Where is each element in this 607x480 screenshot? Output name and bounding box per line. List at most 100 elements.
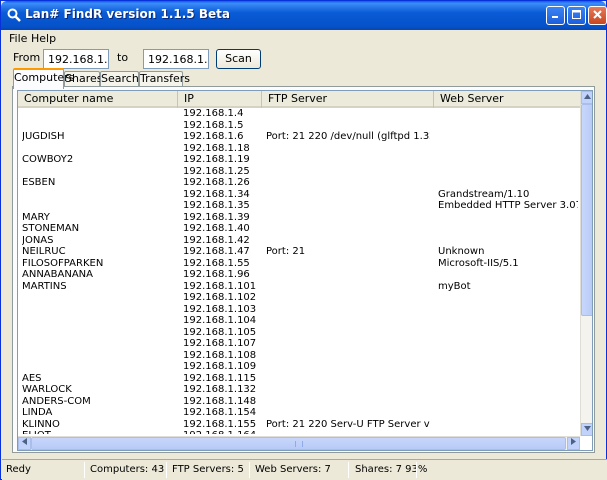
table-row[interactable]: 192.168.1.5: [18, 120, 580, 132]
menu-file[interactable]: File: [9, 32, 27, 45]
tab-search[interactable]: Search: [100, 71, 139, 87]
status-divider: [249, 462, 250, 478]
menu-bar: File Help: [3, 30, 606, 48]
tab-computers[interactable]: Computers: [13, 68, 74, 89]
table-row[interactable]: 192.168.1.105: [18, 327, 580, 339]
computer-name-cell: KLINNO: [22, 418, 60, 430]
table-row[interactable]: ESBEN 192.168.1.26: [18, 177, 580, 189]
column-header-ip[interactable]: IP: [178, 91, 262, 108]
computer-name-cell: ANNABANANA: [22, 269, 93, 280]
table-row[interactable]: MARY 192.168.1.39: [18, 212, 580, 224]
table-row[interactable]: MARTINS 192.168.1.101 myBot: [18, 281, 580, 293]
horizontal-scrollbar[interactable]: [18, 436, 580, 450]
computer-name-cell: LINDA: [22, 407, 53, 418]
status-divider: [84, 462, 85, 478]
ip-cell: 192.168.1.101: [183, 280, 257, 292]
column-header-computer-name[interactable]: Computer name: [18, 91, 178, 108]
status-divider: [166, 462, 167, 478]
scroll-down-button[interactable]: [581, 423, 592, 436]
column-header-ftp-server[interactable]: FTP Server: [262, 91, 434, 108]
ip-cell: 192.168.1.35: [183, 200, 250, 211]
ip-cell: 192.168.1.6: [183, 131, 244, 142]
table-row[interactable]: STONEMAN 192.168.1.40: [18, 223, 580, 235]
to-ip-input[interactable]: 192.168.1.255: [143, 49, 209, 69]
table-row[interactable]: 192.168.1.103: [18, 304, 580, 316]
table-row[interactable]: JONAS 192.168.1.42: [18, 235, 580, 247]
scan-button[interactable]: Scan: [216, 49, 261, 69]
table-row[interactable]: 192.168.1.102: [18, 292, 580, 304]
scroll-up-button[interactable]: [581, 91, 592, 104]
tab-transfers[interactable]: Transfers: [139, 71, 190, 87]
ftp-server-cell: Port: 21 220 Serv-U FTP Server v4.0 f...: [266, 418, 430, 430]
close-button[interactable]: [588, 6, 607, 25]
scroll-left-button[interactable]: [18, 437, 31, 450]
status-web-count: Web Servers: 7: [255, 464, 331, 475]
ip-cell: 192.168.1.103: [183, 303, 257, 315]
menu-help[interactable]: Help: [31, 32, 56, 45]
minimize-button[interactable]: [546, 6, 565, 25]
ip-cell: 192.168.1.18: [183, 142, 250, 154]
table-row[interactable]: WARLOCK 192.168.1.132: [18, 384, 580, 396]
table-row[interactable]: 192.168.1.104: [18, 315, 580, 327]
computer-name-cell: NEILRUC: [22, 246, 66, 257]
table-row[interactable]: COWBOY2 192.168.1.19: [18, 154, 580, 166]
table-row[interactable]: 192.168.1.4: [18, 108, 580, 120]
maximize-button[interactable]: [567, 6, 586, 25]
chevron-down-icon: [584, 425, 591, 433]
web-server-cell: Unknown: [438, 246, 485, 257]
ip-cell: 192.168.1.25: [183, 165, 250, 177]
table-row[interactable]: AES 192.168.1.115: [18, 373, 580, 385]
web-server-cell: Embedded HTTP Server 3.07b1: [438, 200, 578, 211]
scroll-right-button[interactable]: [567, 437, 580, 450]
ip-cell: 192.168.1.42: [183, 234, 250, 246]
ip-cell: 192.168.1.26: [183, 177, 250, 188]
list-header: Computer name IP FTP Server Web Server: [18, 91, 580, 108]
minimize-icon: [551, 9, 560, 22]
table-row[interactable]: ELIOT 192.168.1.164: [18, 430, 580, 434]
ftp-server-cell: Port: 21: [266, 246, 306, 257]
computer-name-cell: JUGDISH: [22, 131, 65, 142]
table-row[interactable]: 192.168.1.25: [18, 166, 580, 178]
column-header-web-server[interactable]: Web Server: [434, 91, 580, 108]
list-rows: 192.168.1.4 192.168.1.5 JUGDISH 192.168.1.6…: [18, 108, 580, 434]
close-icon: [593, 9, 602, 22]
computer-name-cell: MARTINS: [22, 280, 67, 292]
table-row[interactable]: NEILRUC 192.168.1.47 Port: 21 Unknown: [18, 246, 580, 258]
ip-cell: 192.168.1.132: [183, 384, 257, 395]
ip-cell: 192.168.1.96: [183, 269, 250, 280]
table-row[interactable]: ANNABANANA 192.168.1.96: [18, 269, 580, 281]
web-server-cell: Grandstream/1.10: [438, 188, 530, 200]
table-row[interactable]: 192.168.1.109: [18, 361, 580, 373]
table-row[interactable]: 192.168.1.34 Grandstream/1.10: [18, 189, 580, 201]
computer-name-cell: AES: [22, 372, 42, 384]
table-row[interactable]: KLINNO 192.168.1.155 Port: 21 220 Serv-U F…: [18, 419, 580, 431]
magnifier-icon: [7, 8, 21, 22]
table-row[interactable]: 192.168.1.18: [18, 143, 580, 155]
ip-cell: 192.168.1.115: [183, 372, 257, 384]
from-label: From: [13, 51, 41, 64]
ip-cell: 192.168.1.105: [183, 326, 257, 338]
vertical-scroll-thumb[interactable]: [581, 104, 592, 316]
web-server-cell: myBot: [438, 280, 471, 292]
computer-name-cell: FILOSOFPARKEN: [22, 257, 104, 269]
ip-cell: 192.168.1.108: [183, 349, 257, 361]
ip-cell: 192.168.1.107: [183, 338, 257, 349]
horizontal-scroll-thumb[interactable]: [31, 437, 566, 450]
table-row[interactable]: 192.168.1.107: [18, 338, 580, 350]
chevron-right-icon: [571, 438, 576, 447]
table-row[interactable]: FILOSOFPARKEN 192.168.1.55 Microsoft-IIS/5…: [18, 258, 580, 270]
window-title: Lan# FindR version 1.1.5 Beta: [25, 7, 230, 21]
ip-cell: 192.168.1.109: [183, 361, 257, 372]
table-row[interactable]: JUGDISH 192.168.1.6 Port: 21 220 /dev/null…: [18, 131, 580, 143]
vertical-scrollbar[interactable]: [580, 91, 592, 436]
status-computers-count: Computers: 43: [90, 464, 165, 475]
table-row[interactable]: 192.168.1.108: [18, 350, 580, 362]
from-ip-input[interactable]: 192.168.1.1: [43, 49, 109, 69]
table-row[interactable]: ANDERS-COM 192.168.1.148: [18, 396, 580, 408]
computers-list: Computer name IP FTP Server Web Server 1…: [17, 90, 593, 451]
chevron-left-icon: [22, 438, 27, 447]
table-row[interactable]: LINDA 192.168.1.154: [18, 407, 580, 419]
table-row[interactable]: 192.168.1.35 Embedded HTTP Server 3.07b1: [18, 200, 580, 212]
title-bar[interactable]: Lan# FindR version 1.1.5 Beta: [1, 1, 607, 30]
ip-cell: 192.168.1.5: [183, 119, 244, 131]
